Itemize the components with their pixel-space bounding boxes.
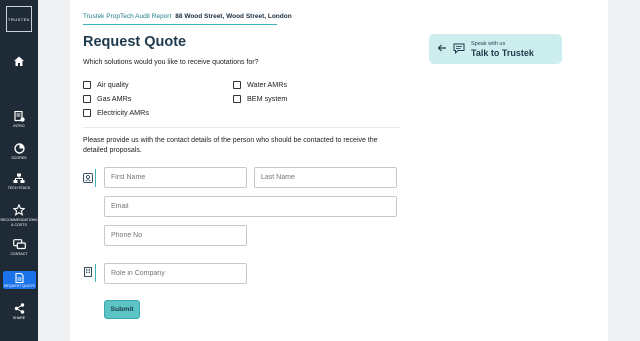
sidebar-item-label: CONTACT — [10, 252, 28, 256]
solutions-question: Which solutions would you like to receiv… — [83, 59, 259, 66]
building-icon — [84, 267, 92, 277]
role-accent-bar — [95, 264, 96, 282]
speech-bubble-icon — [453, 43, 465, 54]
page-title: Request Quote — [83, 34, 187, 50]
document-icon — [15, 273, 24, 283]
home-icon — [14, 56, 24, 66]
sidebar-item-intro[interactable]: INTRO — [0, 111, 38, 129]
id-card-icon — [83, 173, 93, 183]
sidebar-item-contact[interactable]: CONTACT — [0, 239, 38, 257]
breadcrumb: Trustek PropTech Audit Report 88 Wood Str… — [83, 13, 292, 20]
sidebar: TRUSTEK INTRO SCORES TECH STACK RECOMMEN… — [0, 0, 38, 341]
arrow-left-icon — [437, 44, 446, 52]
sidebar-item-tech-stack[interactable]: TECH STACK — [0, 173, 38, 191]
checkbox-label: Air quality — [97, 80, 129, 89]
sidebar-item-request-quote[interactable]: REQUEST QUOTE — [3, 271, 36, 289]
email-field[interactable] — [104, 196, 397, 217]
checkbox-label: BEM system — [247, 94, 288, 103]
checkbox-box[interactable] — [83, 80, 91, 89]
checkbox-gas-amrs[interactable]: Gas AMRs — [83, 94, 131, 103]
submit-button[interactable]: Submit — [104, 300, 140, 319]
intro-icon — [13, 111, 25, 122]
breadcrumb-report[interactable]: Trustek PropTech Audit Report — [83, 13, 171, 20]
sidebar-item-recommendations[interactable]: RECOMMENDATIONS & COSTS — [0, 204, 38, 227]
talk-title: Talk to Trustek — [471, 48, 534, 58]
sidebar-item-share[interactable]: SHARE — [0, 303, 38, 321]
checkbox-box[interactable] — [83, 94, 91, 103]
breadcrumb-underline — [83, 24, 277, 25]
talk-to-trustek-button[interactable]: Speak with us Talk to Trustek — [429, 34, 562, 64]
star-icon — [13, 204, 25, 216]
talk-subtitle: Speak with us — [471, 41, 506, 47]
sidebar-item-label: REQUEST QUOTE — [3, 284, 36, 288]
phone-field[interactable] — [104, 225, 247, 246]
checkbox-label: Gas AMRs — [97, 94, 132, 103]
trustek-logo[interactable]: TRUSTEK — [6, 6, 32, 32]
pie-chart-icon — [13, 143, 25, 154]
checkbox-air-quality[interactable]: Air quality — [83, 80, 129, 89]
sidebar-item-label: SCORES — [11, 156, 27, 160]
first-name-field[interactable] — [104, 167, 247, 188]
checkbox-label: Water AMRs — [247, 80, 288, 89]
sidebar-item-label: INTRO — [13, 124, 25, 128]
checkbox-box[interactable] — [233, 80, 241, 89]
last-name-field[interactable] — [254, 167, 397, 188]
sidebar-item-label: RECOMMENDATIONS & COSTS — [0, 218, 38, 227]
contact-instructions: Please provide us with the contact detai… — [83, 137, 378, 154]
person-accent-bar — [95, 169, 96, 187]
role-field[interactable] — [104, 263, 247, 284]
checkbox-electricity-amrs[interactable]: Electricity AMRs — [83, 108, 149, 117]
breadcrumb-address: 88 Wood Street, Wood Street, London — [175, 13, 292, 20]
checkbox-label: Electricity AMRs — [97, 108, 149, 117]
sidebar-item-label: TECH STACK — [7, 186, 31, 190]
checkbox-box[interactable] — [83, 108, 91, 117]
section-divider — [83, 127, 400, 128]
checkbox-bem-system[interactable]: BEM system — [233, 94, 287, 103]
checkbox-water-amrs[interactable]: Water AMRs — [233, 80, 287, 89]
sidebar-item-home[interactable] — [0, 55, 38, 67]
tech-stack-icon — [13, 173, 25, 183]
chat-icon — [12, 239, 26, 250]
sidebar-item-scores[interactable]: SCORES — [0, 143, 38, 161]
checkbox-box[interactable] — [233, 94, 241, 103]
share-icon — [14, 303, 24, 314]
sidebar-item-label: SHARE — [12, 316, 26, 320]
